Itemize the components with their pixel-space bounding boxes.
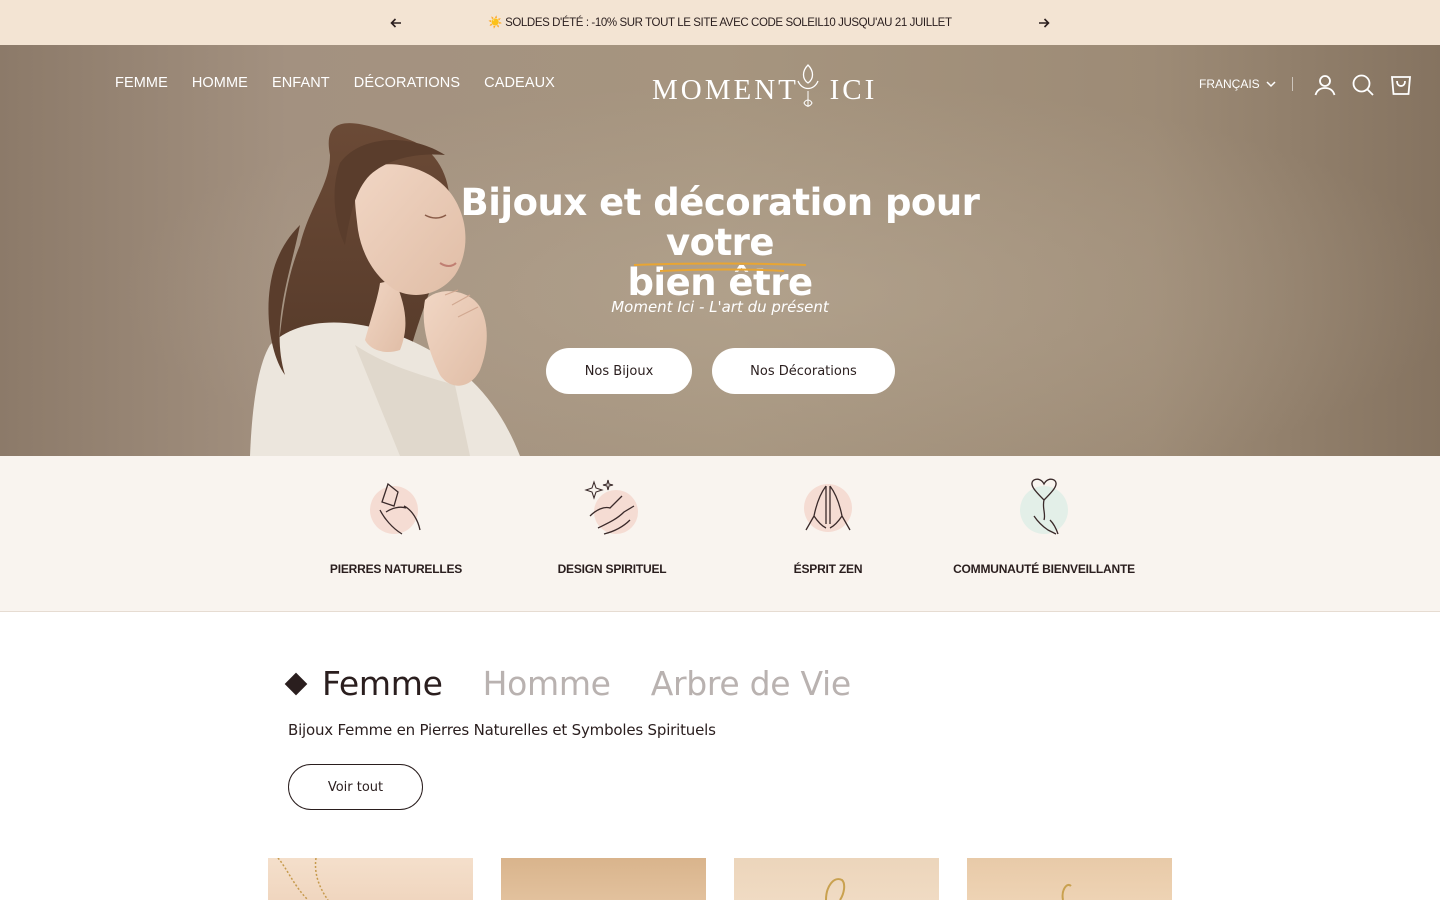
feature-label: DESIGN SPIRITUEL xyxy=(557,562,667,576)
product-image xyxy=(501,858,706,900)
nav-enfant[interactable]: ENFANT xyxy=(272,75,330,91)
tab-arbre-de-vie[interactable]: Arbre de Vie xyxy=(651,664,851,703)
sparkle-hands-icon xyxy=(584,479,638,535)
collection-description: Bijoux Femme en Pierres Naturelles et Sy… xyxy=(288,721,716,739)
hero-banner: FEMME HOMME ENFANT DÉCORATIONS CADEAUX M… xyxy=(0,45,1440,456)
crystal-hand-icon xyxy=(370,482,421,535)
feature-design-spirituel: DESIGN SPIRITUEL xyxy=(512,476,712,577)
main-nav: FEMME HOMME ENFANT DÉCORATIONS CADEAUX xyxy=(115,75,555,91)
voir-tout-button[interactable]: Voir tout xyxy=(288,764,423,810)
hero-title: Bijoux et décoration pour votre bien êtr… xyxy=(420,183,1020,303)
nos-decorations-button[interactable]: Nos Décorations xyxy=(712,348,895,394)
features-strip: PIERRES NATURELLES DESIGN SPIRITUEL ÉSPR… xyxy=(0,456,1440,612)
collection-tabs: Femme Homme Arbre de Vie xyxy=(284,664,891,703)
feature-esprit-zen: ÉSPRIT ZEN xyxy=(728,476,928,577)
nav-cadeaux[interactable]: CADEAUX xyxy=(484,75,555,91)
logo-text: MOMENT ICI xyxy=(652,74,878,106)
logo[interactable]: MOMENT ICI xyxy=(652,59,878,115)
praying-hands-icon xyxy=(804,484,852,532)
feature-label: ÉSPRIT ZEN xyxy=(793,562,863,576)
header-divider xyxy=(1292,77,1293,91)
cart-icon[interactable] xyxy=(1389,73,1413,97)
announcement-bar: ☀️ SOLDES D'ÉTÉ : -10% SUR TOUT LE SITE … xyxy=(0,0,1440,45)
feature-communaute: COMMUNAUTÉ BIENVEILLANTE xyxy=(944,476,1144,577)
tab-homme[interactable]: Homme xyxy=(483,664,611,703)
feature-pierres-naturelles: PIERRES NATURELLES xyxy=(296,476,496,577)
nav-homme[interactable]: HOMME xyxy=(192,75,248,91)
heart-balloon-icon xyxy=(1020,478,1068,535)
chevron-down-icon xyxy=(1266,81,1276,88)
product-card[interactable] xyxy=(967,858,1172,900)
announcement-text: ☀️ SOLDES D'ÉTÉ : -10% SUR TOUT LE SITE … xyxy=(488,17,952,29)
tab-femme[interactable]: Femme xyxy=(322,664,443,703)
language-selector[interactable]: FRANÇAIS xyxy=(1199,77,1276,91)
hero-title-line1: Bijoux et décoration pour votre xyxy=(460,181,980,264)
next-arrow-icon[interactable] xyxy=(1034,13,1054,33)
hero-subtitle: Moment Ici - L'art du présent xyxy=(611,298,829,316)
language-label: FRANÇAIS xyxy=(1199,77,1260,91)
nav-femme[interactable]: FEMME xyxy=(115,75,168,91)
product-card[interactable] xyxy=(501,858,706,900)
nav-decorations[interactable]: DÉCORATIONS xyxy=(354,75,460,91)
feature-label: PIERRES NATURELLES xyxy=(329,562,463,576)
previous-arrow-icon[interactable] xyxy=(386,13,406,33)
product-image xyxy=(1061,884,1072,900)
product-image xyxy=(825,878,846,900)
feature-label: COMMUNAUTÉ BIENVEILLANTE xyxy=(953,562,1135,576)
diamond-bullet-icon xyxy=(284,672,308,695)
title-underline xyxy=(633,262,807,272)
product-card[interactable] xyxy=(268,858,473,900)
account-icon[interactable] xyxy=(1313,73,1337,97)
product-image xyxy=(277,858,329,900)
search-icon[interactable] xyxy=(1351,73,1375,97)
nos-bijoux-button[interactable]: Nos Bijoux xyxy=(546,348,692,394)
product-card[interactable] xyxy=(734,858,939,900)
